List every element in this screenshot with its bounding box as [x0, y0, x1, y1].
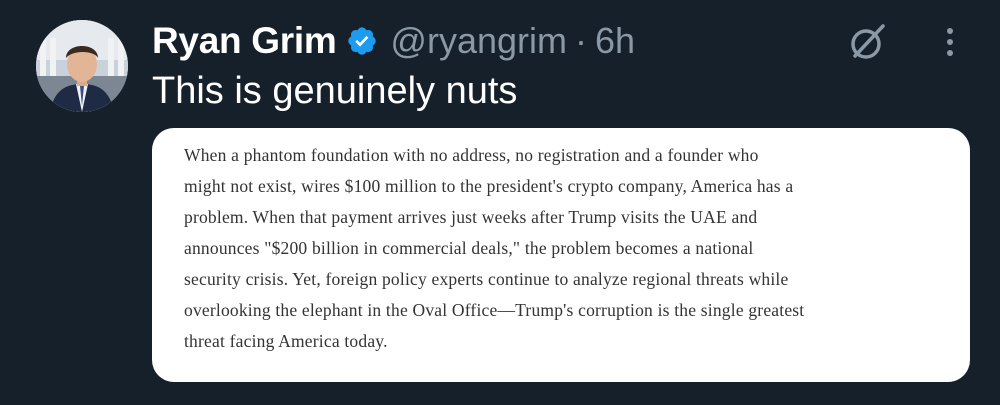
- tweet-text: This is genuinely nuts: [152, 70, 518, 112]
- quote-line: When a phantom foundation with no addres…: [184, 145, 759, 165]
- quote-line: overlooking the elephant in the Oval Off…: [184, 300, 805, 320]
- quoted-article-text: When a phantom foundation with no addres…: [184, 140, 954, 357]
- avatar-photo: [36, 20, 128, 112]
- author-display-name[interactable]: Ryan Grim: [152, 20, 337, 62]
- quote-line: announces "$200 billion in commercial de…: [184, 238, 754, 258]
- quote-line: security crisis. Yet, foreign policy exp…: [184, 269, 789, 289]
- author-handle[interactable]: @ryangrim: [390, 20, 567, 62]
- quote-line: threat facing America today.: [184, 331, 388, 351]
- quote-line: problem. When that payment arrives just …: [184, 207, 758, 227]
- tweet-image[interactable]: When a phantom foundation with no addres…: [152, 128, 970, 382]
- grok-icon[interactable]: [846, 20, 890, 64]
- tweet: Ryan Grim @ryangrim · 6h This is genuine…: [0, 0, 1000, 405]
- avatar[interactable]: [36, 20, 128, 112]
- separator-dot: ·: [575, 20, 587, 61]
- quote-line: might not exist, wires $100 million to t…: [184, 176, 794, 196]
- timestamp[interactable]: 6h: [595, 20, 635, 62]
- verified-badge-icon: [346, 25, 378, 57]
- more-options-icon[interactable]: [935, 22, 965, 62]
- tweet-header: Ryan Grim @ryangrim · 6h: [152, 16, 635, 66]
